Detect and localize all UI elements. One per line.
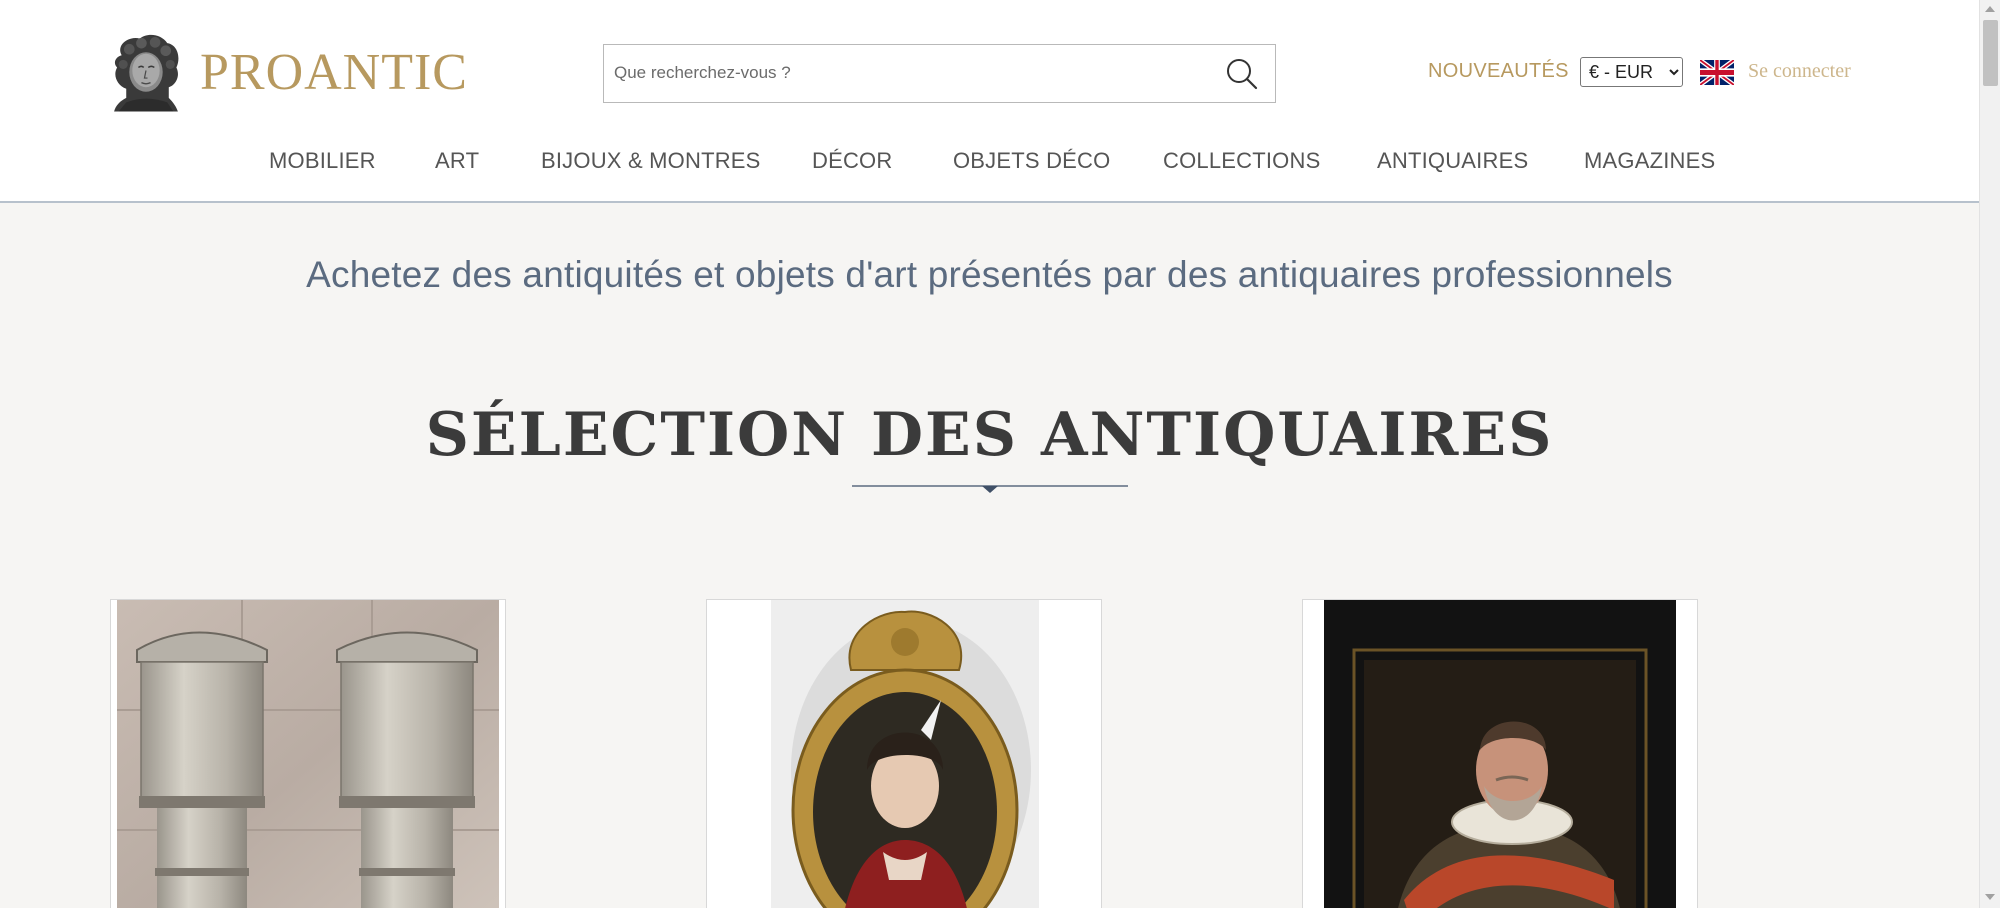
scroll-up-icon[interactable] — [1985, 6, 1995, 12]
product-card[interactable] — [110, 599, 506, 908]
uk-flag-icon[interactable] — [1700, 60, 1734, 85]
art-deco-glass-wall-sconces-photo — [117, 600, 499, 908]
site-logo[interactable]: PROANTIC — [108, 18, 468, 126]
section-title: SÉLECTION DES ANTIQUAIRES — [425, 400, 1554, 470]
login-link[interactable]: Se connecter — [1748, 60, 1851, 83]
nav-item-objets-deco[interactable]: OBJETS DÉCO — [953, 148, 1110, 174]
site-header: PROANTIC NOUVEAUTÉS € - EUR Se connecter… — [0, 0, 1979, 203]
scroll-thumb[interactable] — [1983, 20, 1998, 86]
page-tagline: Achetez des antiquités et objets d'art p… — [306, 254, 1673, 295]
nav-item-magazines[interactable]: MAGAZINES — [1584, 148, 1715, 174]
nav-item-mobilier[interactable]: MOBILIER — [269, 148, 376, 174]
search-input[interactable] — [614, 55, 1214, 91]
title-divider — [852, 485, 1128, 493]
page-scrollbar[interactable] — [1979, 0, 2000, 908]
search-icon — [1227, 59, 1258, 90]
search-button[interactable] — [1221, 53, 1263, 95]
nav-item-collections[interactable]: COLLECTIONS — [1163, 148, 1320, 174]
nav-item-antiquaires[interactable]: ANTIQUAIRES — [1377, 148, 1528, 174]
scroll-down-icon[interactable] — [1985, 894, 1995, 900]
product-card[interactable] — [706, 599, 1102, 908]
bust-icon — [114, 34, 179, 112]
oval-gilt-framed-portrait-of-lady-photo — [771, 600, 1039, 908]
brand-name: PROANTIC — [199, 43, 468, 101]
framed-portrait-of-bearded-man-in-ruff-photo — [1324, 600, 1676, 908]
currency-select[interactable]: € - EUR — [1580, 57, 1683, 87]
nav-item-art[interactable]: ART — [435, 148, 479, 174]
main-nav: MOBILIER ART BIJOUX & MONTRES DÉCOR OBJE… — [0, 148, 1979, 182]
search-bar — [603, 44, 1276, 103]
nouveautes-link[interactable]: NOUVEAUTÉS — [1428, 60, 1569, 83]
product-card[interactable] — [1302, 599, 1698, 908]
nav-item-decor[interactable]: DÉCOR — [812, 148, 892, 174]
nav-item-bijoux-montres[interactable]: BIJOUX & MONTRES — [541, 148, 761, 174]
